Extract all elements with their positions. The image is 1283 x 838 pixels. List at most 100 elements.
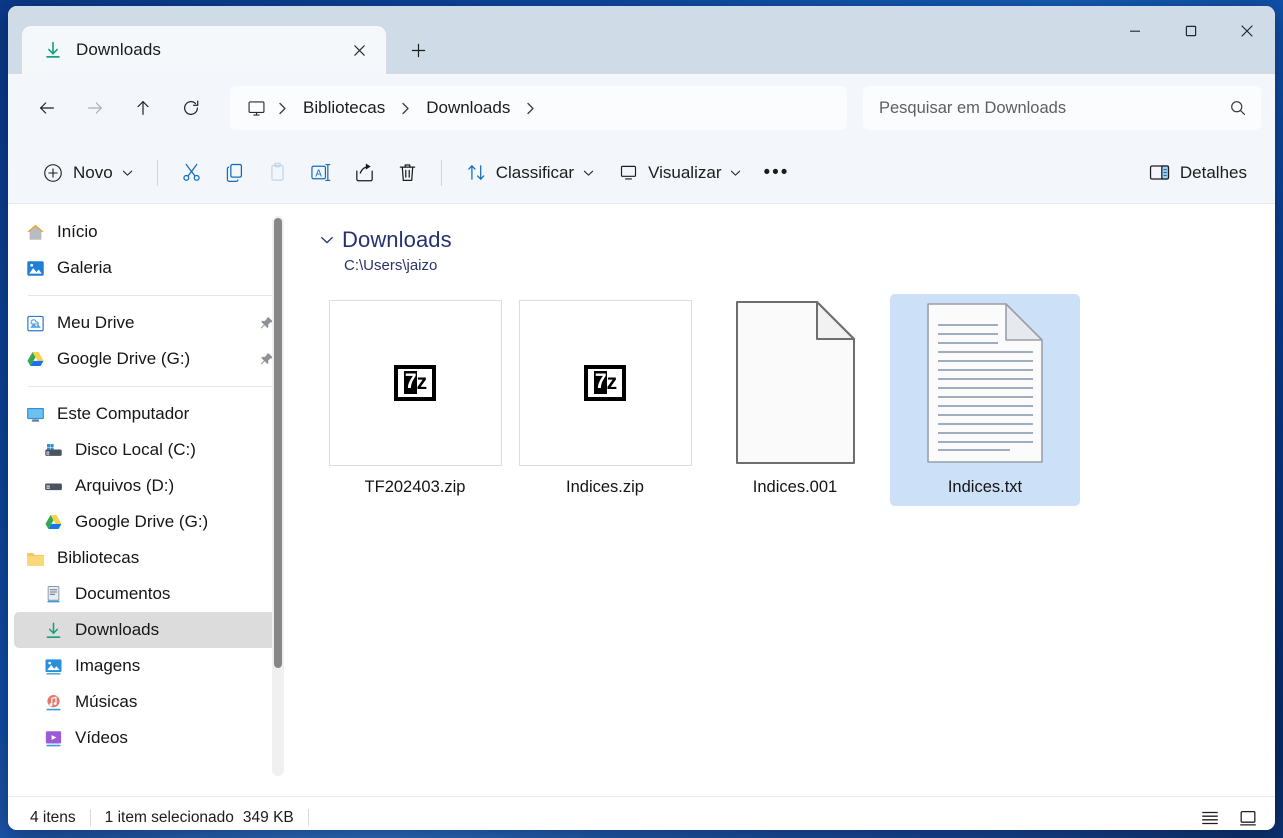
- breadcrumb-separator[interactable]: [517, 102, 544, 115]
- selection-size-label: 349 KB: [242, 808, 294, 826]
- scissors-icon: [180, 161, 203, 184]
- sidebar-item-label: Bibliotecas: [57, 548, 140, 567]
- sidebar-item-inicio[interactable]: Início: [14, 214, 282, 250]
- trash-icon: [396, 161, 419, 184]
- refresh-icon[interactable]: [170, 87, 212, 129]
- sidebar-scrollbar-thumb[interactable]: [274, 218, 282, 668]
- rename-button[interactable]: A: [299, 153, 343, 193]
- new-tab-button[interactable]: [396, 30, 440, 70]
- view-button[interactable]: Visualizar: [606, 153, 753, 193]
- chevron-down-icon[interactable]: [320, 235, 334, 245]
- drive-icon: [42, 475, 64, 497]
- forward-arrow-icon: [74, 87, 116, 129]
- sort-icon: [466, 162, 487, 183]
- sidebar-item-videos[interactable]: Vídeos: [14, 720, 282, 756]
- breadcrumb-item-downloads[interactable]: Downloads: [419, 94, 517, 122]
- navigation-sidebar: Início Galeria Meu Drive Google Drive (G…: [8, 204, 290, 796]
- sidebar-item-google-drive-g[interactable]: Google Drive (G:): [14, 341, 282, 377]
- monitor-icon[interactable]: [246, 98, 267, 119]
- selection-label: 1 item selecionado: [104, 808, 234, 826]
- sidebar-item-documentos[interactable]: Documentos: [14, 576, 282, 612]
- up-arrow-icon[interactable]: [122, 87, 164, 129]
- sidebar-item-disco-local-c[interactable]: Disco Local (C:): [14, 432, 282, 468]
- sidebar-item-arquivos-d[interactable]: Arquivos (D:): [14, 468, 282, 504]
- sidebar-item-galeria[interactable]: Galeria: [14, 250, 282, 286]
- list-view-icon[interactable]: [1193, 803, 1227, 831]
- sidebar-item-label: Documentos: [75, 584, 171, 603]
- breadcrumb-separator: [269, 102, 296, 115]
- file-list-pane[interactable]: Downloads C:\Users\jaizo 7z TF202403.zip: [290, 204, 1275, 796]
- file-name-label: Indices.txt: [947, 477, 1023, 496]
- archive-thumb-frame: 7z: [518, 299, 692, 466]
- sidebar-item-imagens[interactable]: Imagens: [14, 648, 282, 684]
- view-button-label: Visualizar: [648, 162, 722, 182]
- plus-circle-icon: [42, 162, 64, 184]
- file-group-path: C:\Users\jaizo: [344, 256, 438, 274]
- file-thumbnail: 7z: [518, 299, 692, 466]
- paste-button: [256, 153, 299, 193]
- status-divider: [307, 809, 309, 826]
- download-icon: [42, 39, 64, 61]
- file-item-indices-001[interactable]: Indices.001: [700, 294, 890, 506]
- copy-button[interactable]: [213, 153, 256, 193]
- file-group-header[interactable]: Downloads C:\Users\jaizo: [320, 226, 1275, 274]
- pictures-icon: [42, 655, 64, 677]
- gallery-icon: [24, 257, 46, 279]
- file-name-label: TF202403.zip: [364, 477, 466, 496]
- ellipsis-icon: •••: [763, 162, 790, 183]
- this-pc-icon: [24, 403, 46, 425]
- videos-icon: [42, 727, 64, 749]
- sidebar-item-label: Galeria: [57, 258, 112, 277]
- toolbar-divider: [440, 159, 442, 186]
- search-input[interactable]: [879, 98, 1229, 118]
- details-pane-button[interactable]: Detalhes: [1136, 153, 1259, 193]
- window-close-icon[interactable]: [1219, 6, 1275, 56]
- close-icon[interactable]: [344, 35, 374, 65]
- paste-icon: [266, 161, 289, 184]
- sevenzip-icon: 7z: [584, 364, 626, 401]
- sidebar-item-label: Vídeos: [75, 728, 128, 747]
- file-item-indices-zip[interactable]: 7z Indices.zip: [510, 294, 700, 506]
- search-icon[interactable]: [1229, 99, 1247, 117]
- title-bar: Downloads: [8, 6, 1275, 74]
- breadcrumb-item-bibliotecas[interactable]: Bibliotecas: [296, 94, 392, 122]
- address-bar[interactable]: Bibliotecas Downloads: [230, 86, 847, 130]
- folder-icon: [24, 547, 46, 569]
- file-item-tf202403-zip[interactable]: 7z TF202403.zip: [320, 294, 510, 506]
- minimize-icon[interactable]: [1107, 6, 1163, 56]
- breadcrumb-separator: [392, 102, 419, 115]
- sidebar-item-label: Disco Local (C:): [75, 440, 196, 459]
- sidebar-item-label: Músicas: [75, 692, 138, 711]
- file-item-indices-txt[interactable]: Indices.txt: [890, 293, 1080, 506]
- sort-button[interactable]: Classificar: [454, 153, 606, 193]
- chevron-down-icon: [583, 169, 594, 177]
- sidebar-item-este-computador[interactable]: Este Computador: [14, 396, 282, 432]
- archive-thumb-frame: 7z: [328, 299, 502, 466]
- tab-downloads[interactable]: Downloads: [22, 26, 386, 74]
- details-pane-icon: [1148, 162, 1171, 183]
- search-box[interactable]: [863, 86, 1261, 130]
- sidebar-scrollbar[interactable]: [272, 216, 284, 776]
- music-icon: [42, 691, 64, 713]
- sidebar-item-musicas[interactable]: Músicas: [14, 684, 282, 720]
- more-options-button[interactable]: •••: [753, 153, 799, 193]
- documents-icon: [42, 583, 64, 605]
- sort-button-label: Classificar: [495, 162, 575, 182]
- sidebar-item-bibliotecas[interactable]: Bibliotecas: [14, 540, 282, 576]
- cut-button[interactable]: [170, 153, 213, 193]
- sidebar-item-google-drive-g-pc[interactable]: Google Drive (G:): [14, 504, 282, 540]
- delete-button[interactable]: [386, 153, 429, 193]
- google-drive-icon: [42, 511, 64, 533]
- window-controls: [1107, 6, 1275, 56]
- maximize-icon[interactable]: [1163, 6, 1219, 56]
- sidebar-item-meu-drive[interactable]: Meu Drive: [14, 305, 282, 341]
- chevron-down-icon: [730, 169, 741, 177]
- sidebar-divider: [28, 295, 272, 296]
- sidebar-item-downloads[interactable]: Downloads: [14, 612, 282, 648]
- new-button[interactable]: Novo: [30, 153, 145, 193]
- large-icons-view-icon[interactable]: [1231, 803, 1265, 831]
- share-button[interactable]: [343, 153, 386, 193]
- home-icon: [24, 221, 46, 243]
- sidebar-item-label: Meu Drive: [57, 313, 135, 332]
- back-arrow-icon[interactable]: [26, 87, 68, 129]
